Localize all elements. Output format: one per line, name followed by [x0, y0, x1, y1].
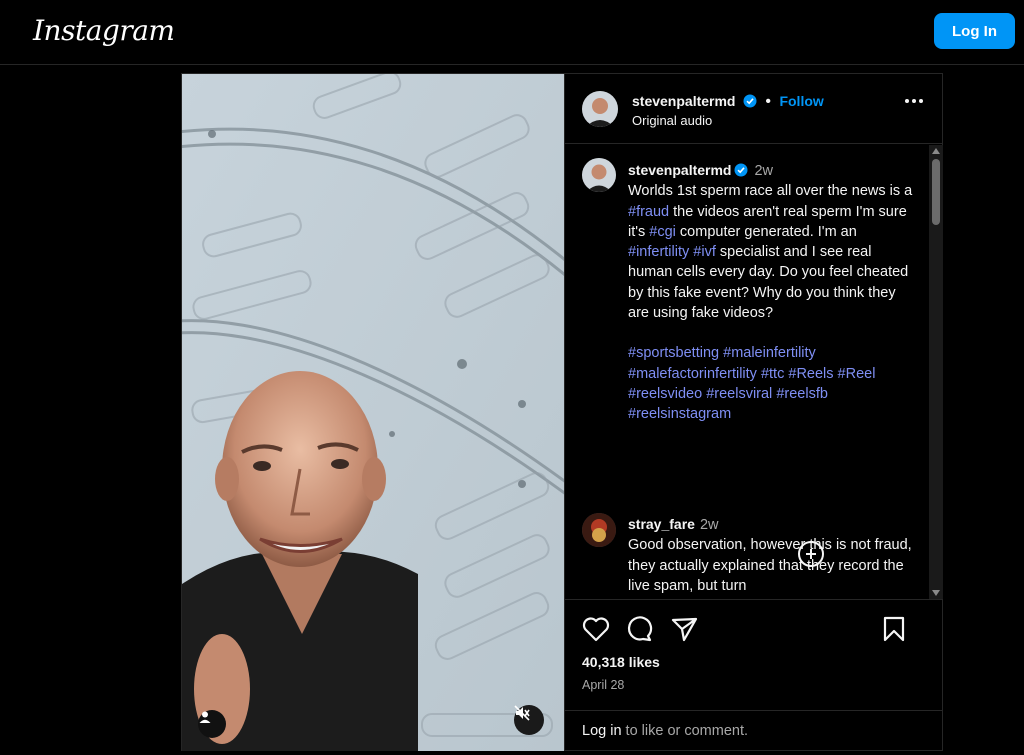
share-icon[interactable] [671, 616, 699, 642]
hashtag-link[interactable]: #cgi [649, 224, 676, 240]
hashtag-link[interactable]: #Reels [788, 366, 833, 382]
commenter-username[interactable]: stray_fare [628, 516, 695, 532]
caption-hashtags: #sportsbetting #maleinfertility #malefac… [628, 343, 913, 424]
caption-text-part: Worlds 1st sperm race all over the news … [628, 183, 913, 200]
hashtag-link[interactable]: #reelsvideo [628, 386, 702, 402]
caption-text: Worlds 1st sperm race all over the news … [628, 181, 913, 323]
scrollbar-thumb[interactable] [932, 159, 940, 225]
like-count[interactable]: 40,318 likes [582, 654, 660, 670]
scroll-down-arrow[interactable] [932, 590, 940, 596]
hashtag-link[interactable]: #maleinfertility [723, 345, 816, 361]
post-date[interactable]: April 28 [582, 678, 624, 692]
comment-icon[interactable] [626, 616, 654, 642]
like-icon[interactable] [582, 616, 610, 642]
hashtag-link[interactable]: #infertility [628, 244, 689, 260]
caption-time: 2w [754, 163, 774, 179]
video-frame-illustration [182, 74, 564, 751]
hashtag-link[interactable]: #ivf [693, 244, 716, 260]
hashtag-link[interactable]: #Reel [838, 366, 876, 382]
hashtag-link[interactable]: #sportsbetting [628, 345, 719, 361]
save-icon[interactable] [882, 616, 906, 642]
verified-badge-icon [734, 163, 748, 177]
follow-button[interactable]: Follow [779, 93, 823, 109]
comments-scrollbar[interactable] [929, 145, 943, 599]
login-prompt-text: to like or comment. [621, 723, 749, 739]
muted-icon[interactable] [514, 705, 544, 735]
post-caption: stevenpaltermd 2w Worlds 1st sperm race a… [628, 160, 913, 567]
comment-time: 2w [699, 517, 719, 533]
post-actions: 40,318 likes April 28 Log in to like or … [565, 599, 943, 751]
login-to-comment: Log in to like or comment. [565, 710, 943, 752]
commenter-avatar[interactable] [582, 513, 616, 547]
verified-badge-icon [743, 94, 757, 108]
caption-author-avatar[interactable] [582, 158, 616, 192]
more-options-icon[interactable] [905, 99, 923, 103]
author-avatar[interactable] [582, 91, 618, 127]
author-username[interactable]: stevenpaltermd [632, 93, 735, 109]
hashtag-link[interactable]: #malefactorinfertility [628, 366, 757, 382]
instagram-logo[interactable]: Instagram [33, 14, 175, 47]
hashtag-link[interactable]: #reelsinstagram [628, 406, 731, 422]
login-link[interactable]: Log in [582, 723, 622, 739]
hashtag-link[interactable]: #reelsfb [776, 386, 828, 402]
user-tag-icon[interactable] [198, 710, 226, 738]
comments-panel[interactable]: stevenpaltermd 2w Worlds 1st sperm race a… [565, 145, 943, 599]
top-bar: Instagram Log In [0, 0, 1024, 65]
caption-text-part: computer generated. I'm an [675, 223, 857, 240]
separator-dot: • [765, 93, 771, 110]
hashtag-link[interactable]: #ttc [761, 366, 784, 382]
original-audio-link[interactable]: Original audio [632, 113, 712, 128]
reel-video[interactable] [182, 74, 564, 751]
post-sidebar: stevenpaltermd • Follow Original audio s… [564, 74, 943, 751]
caption-username[interactable]: stevenpaltermd [628, 162, 731, 178]
post-container: stevenpaltermd • Follow Original audio s… [181, 73, 943, 751]
hashtag-link[interactable]: #reelsviral [706, 386, 772, 402]
hashtag-link[interactable]: #fraud [628, 204, 669, 220]
post-header: stevenpaltermd • Follow Original audio [565, 74, 943, 144]
comment-text: Good observation, however this is not fr… [628, 537, 912, 594]
scroll-up-arrow[interactable] [932, 148, 940, 154]
header-login-button[interactable]: Log In [934, 13, 1015, 49]
comment-item: stray_fare 2w Good observation, however t… [628, 514, 913, 596]
